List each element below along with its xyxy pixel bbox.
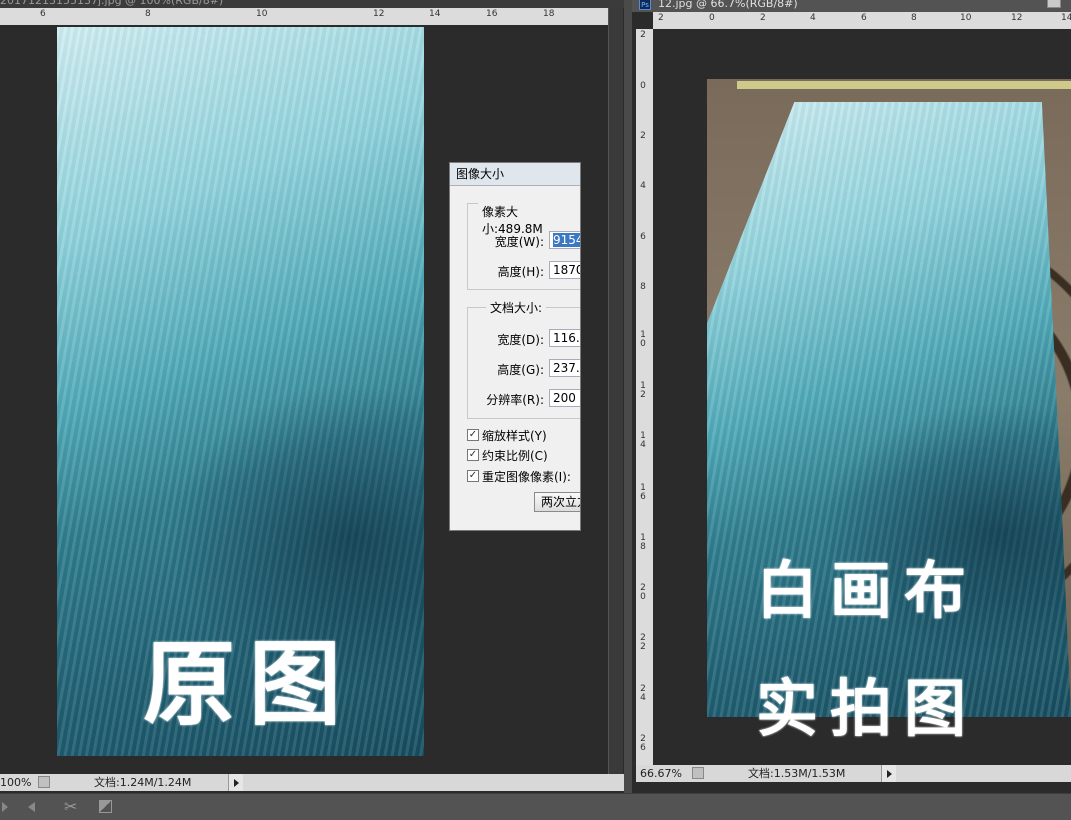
right-status-arrow-icon[interactable] [881,765,896,782]
image-size-dialog: 图像大小 像素大小:489.8M 宽度(W): 9154 高度(H): 1870… [449,162,581,531]
ruler-tick: 4 [640,181,646,191]
ruler-tick: 22 [640,633,646,652]
left-doc-size: 文档:1.24M/1.24M [94,776,192,789]
right-top-ruler: 2 0 2 4 6 8 10 12 14 [653,12,1071,29]
left-overlay-caption: 原图 [143,630,356,738]
right-document-window: Ps 12.jpg @ 66.7%(RGB/8#) 2 0 2 4 6 8 10… [632,0,1071,793]
height-label: 高度(H): [497,265,544,279]
ruler-tick: 10 [640,330,646,349]
ruler-tick: 6 [861,13,867,23]
doc-width-label: 宽度(D): [497,333,544,347]
ruler-tick: 8 [911,13,917,23]
constrain-proportions-checkbox[interactable]: ✓ [467,449,479,461]
width-input-value: 9154 [553,233,580,247]
resolution-label: 分辨率(R): [486,393,544,407]
height-input[interactable]: 1870 [549,261,580,279]
ruler-tick: 18 [543,9,555,19]
doc-height-input[interactable]: 237.5 [549,359,580,377]
ruler-tick: 10 [960,13,972,23]
ruler-tick: 0 [709,13,715,23]
constrain-proportions-label: 约束比例(C) [482,449,548,463]
right-doc-title[interactable]: 12.jpg @ 66.7%(RGB/8#) [658,0,1038,11]
doc-width-input[interactable]: 116.2 [549,329,580,347]
document-size-label: 文档大小: [486,299,547,316]
right-zoom-level[interactable]: 66.67% [640,765,682,782]
ruler-tick: 2 [640,131,646,141]
ruler-tick: 2 [760,13,766,23]
resolution-input[interactable]: 200 [549,389,580,407]
ruler-tick: 0 [640,81,646,91]
ruler-tick: 14 [429,9,441,19]
right-overlay-caption-line1: 白画布 [756,554,979,627]
right-overlay-caption-line2: 实拍图 [756,672,979,745]
doc-height-label: 高度(G): [497,363,544,377]
bottom-toolbar: ✂ [0,793,1071,820]
ruler-tick: 16 [640,483,646,502]
ruler-tick: 6 [640,232,646,242]
ruler-tick: 24 [640,684,646,703]
prev-frame-icon[interactable] [28,802,35,812]
ruler-tick: 26 [640,734,646,753]
resample-checkbox[interactable]: ✓ [467,470,479,482]
ruler-tick: 20 [640,583,646,602]
close-icon[interactable] [1047,0,1061,8]
ruler-tick: 14 [1061,13,1071,23]
ruler-tick: 2 [640,30,646,40]
width-label: 宽度(W): [494,235,544,249]
ruler-tick: 8 [640,282,646,292]
ruler-tick: 10 [256,9,268,19]
ruler-tick: 16 [486,9,498,19]
scale-styles-checkbox[interactable]: ✓ [467,429,479,441]
width-input[interactable]: 9154 [549,231,580,249]
ruler-tick: 18 [640,533,646,552]
left-status-arrow-icon[interactable] [228,774,243,791]
floor-pole [737,81,1071,89]
left-top-ruler: 6 8 10 12 14 16 18 [0,8,608,25]
dialog-title[interactable]: 图像大小 [450,163,580,186]
left-doc-title[interactable]: 20171213155137j.jpg @ 100%(RGB/8#) [0,0,624,8]
ruler-tick: 8 [145,9,151,19]
play-icon[interactable] [2,802,8,812]
photoshop-icon: Ps [639,0,651,10]
scissors-icon[interactable]: ✂ [64,797,77,816]
right-status-menu-icon[interactable] [692,767,704,779]
left-zoom-level[interactable]: 100% [0,774,31,791]
ruler-tick: 4 [810,13,816,23]
ruler-tick: 2 [658,13,664,23]
ruler-tick: 12 [373,9,385,19]
ruler-tick: 14 [640,431,646,450]
right-status-bar: 66.67% 文档:1.53M/1.53M [636,765,1071,782]
resample-label: 重定图像像素(I): [482,470,571,484]
resample-method-select[interactable]: 两次立方 [534,492,580,512]
left-status-bar: 100% 文档:1.24M/1.24M [0,774,624,791]
left-vertical-scrollbar[interactable] [608,8,623,774]
left-status-menu-icon[interactable] [38,776,50,788]
transition-icon[interactable] [99,800,112,813]
right-doc-size: 文档:1.53M/1.53M [748,767,846,780]
right-left-ruler: 2 0 2 4 6 8 10 12 14 16 18 20 22 24 26 [636,29,653,765]
ruler-tick: 12 [640,381,646,400]
ruler-tick: 6 [40,9,46,19]
scale-styles-label: 缩放样式(Y) [482,429,547,443]
ruler-tick: 12 [1011,13,1023,23]
